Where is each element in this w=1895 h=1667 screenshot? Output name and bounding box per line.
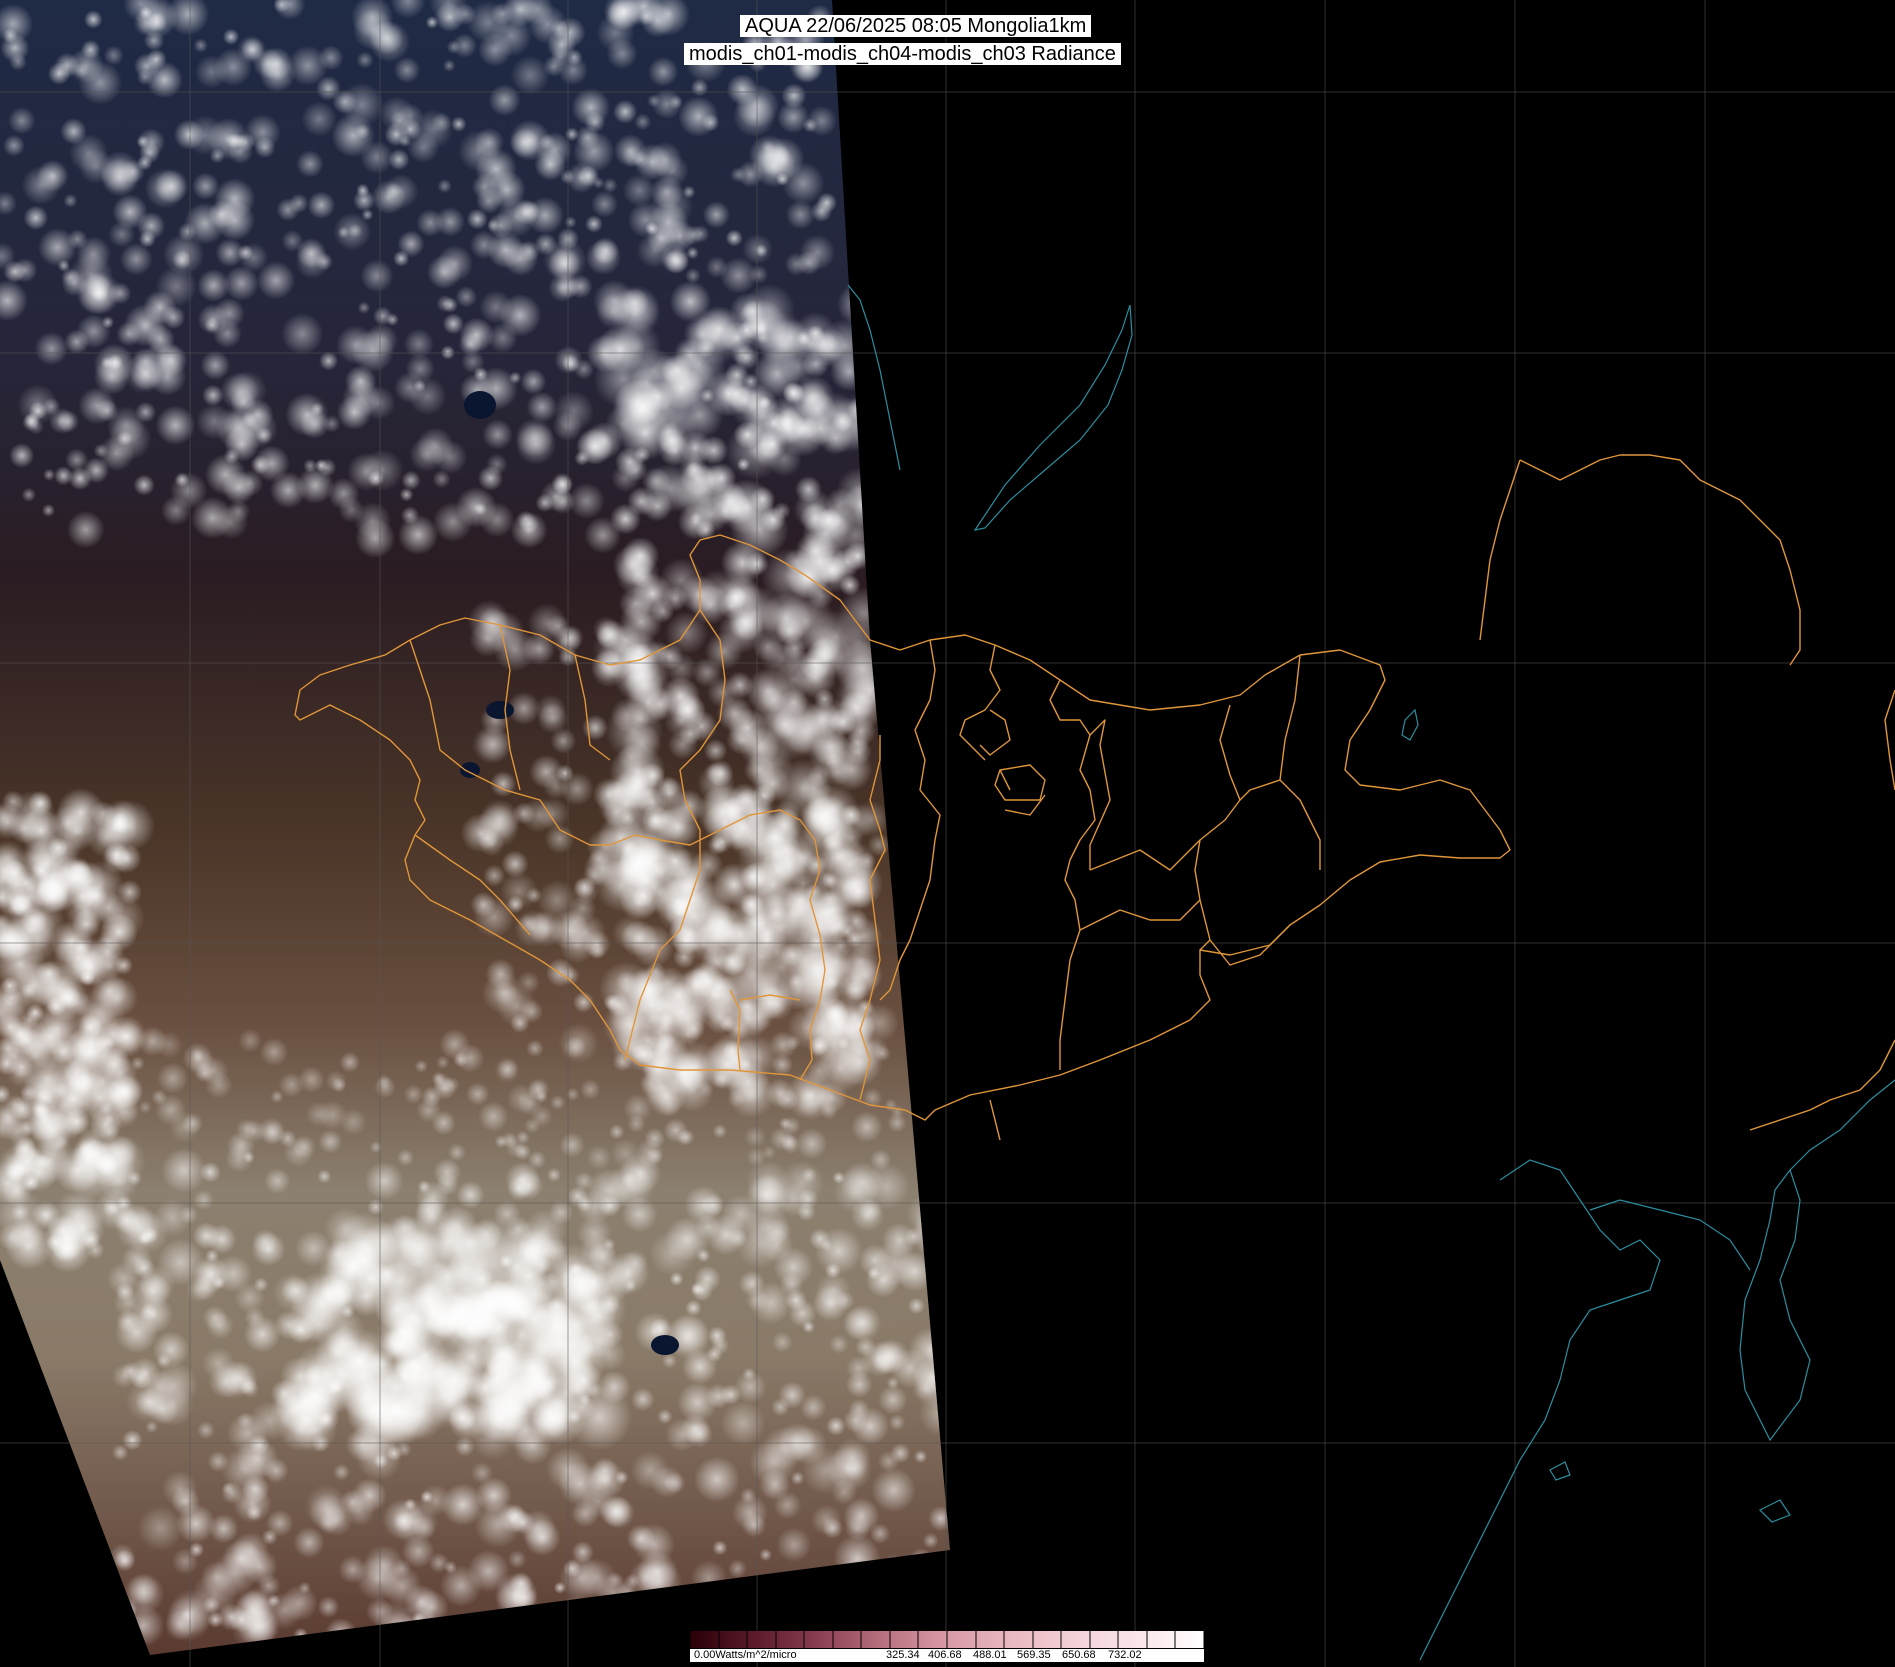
- colorbar-tick-label: 406.68: [928, 1649, 962, 1661]
- small-lake-2: [1549, 1461, 1571, 1481]
- map-title: AQUA 22/06/2025 08:05 Mongolia1km: [740, 15, 1092, 37]
- china-korea-border: [1749, 1039, 1895, 1131]
- colorbar-tick-label: 488.01: [973, 1649, 1007, 1661]
- lake: [486, 701, 514, 719]
- colorbar-ticks: [690, 1631, 1204, 1648]
- internal-border-11: [959, 644, 1001, 761]
- internal-border-14: [1194, 704, 1241, 951]
- internal-border-13: [1089, 719, 1111, 870]
- small-lake-3: [1758, 1499, 1791, 1523]
- internal-border-20: [999, 769, 1011, 791]
- colorbar-legend: 0.00Watts/m^2/micro 325.34 406.68 488.01…: [690, 1631, 1204, 1662]
- colorbar-tick-label: 650.68: [1062, 1649, 1096, 1661]
- colorbar-unit-label: 0.00Watts/m^2/micro: [694, 1649, 797, 1661]
- internal-border-17: [1209, 924, 1291, 966]
- colorbar-tick-label: 732.02: [1108, 1649, 1142, 1661]
- china-northeast-border: [1519, 454, 1801, 666]
- colorbar-tick-label: 325.34: [886, 1649, 920, 1661]
- satellite-map: AQUA 22/06/2025 08:05 Mongolia1km modis_…: [0, 0, 1895, 1667]
- coast-liaodong: [1589, 1199, 1751, 1271]
- internal-border-16: [1079, 899, 1201, 931]
- lake: [464, 391, 496, 419]
- internal-border-24: [989, 1099, 1001, 1141]
- coast-northeast: [1789, 1079, 1895, 1171]
- china-east-border: [1884, 689, 1895, 791]
- map-subtitle: modis_ch01-modis_ch04-modis_ch03 Radianc…: [684, 43, 1121, 65]
- small-lake-1: [1401, 708, 1419, 741]
- internal-border-15: [1089, 839, 1201, 871]
- internal-border-12: [1049, 679, 1096, 1070]
- coastlines: [847, 284, 1895, 1661]
- colorbar-tick-label: 569.35: [1017, 1649, 1051, 1661]
- colorbar-labels: 0.00Watts/m^2/micro 325.34 406.68 488.01…: [690, 1649, 1204, 1662]
- lake-baikal: [973, 304, 1133, 531]
- internal-border-23: [1239, 779, 1281, 801]
- map-canvas: [0, 0, 1895, 1667]
- bohai-coast: [1419, 1159, 1661, 1661]
- satellite-swath: [0, 0, 950, 1655]
- china-northeast-border-2: [1479, 459, 1521, 641]
- internal-border-19: [994, 764, 1046, 801]
- lake: [651, 1335, 679, 1355]
- korea-coast: [1739, 1168, 1811, 1442]
- cloud-layer: [0, 0, 950, 1655]
- internal-border-21: [1004, 794, 1046, 816]
- internal-border-22: [1279, 654, 1321, 870]
- internal-border-18: [979, 709, 1011, 756]
